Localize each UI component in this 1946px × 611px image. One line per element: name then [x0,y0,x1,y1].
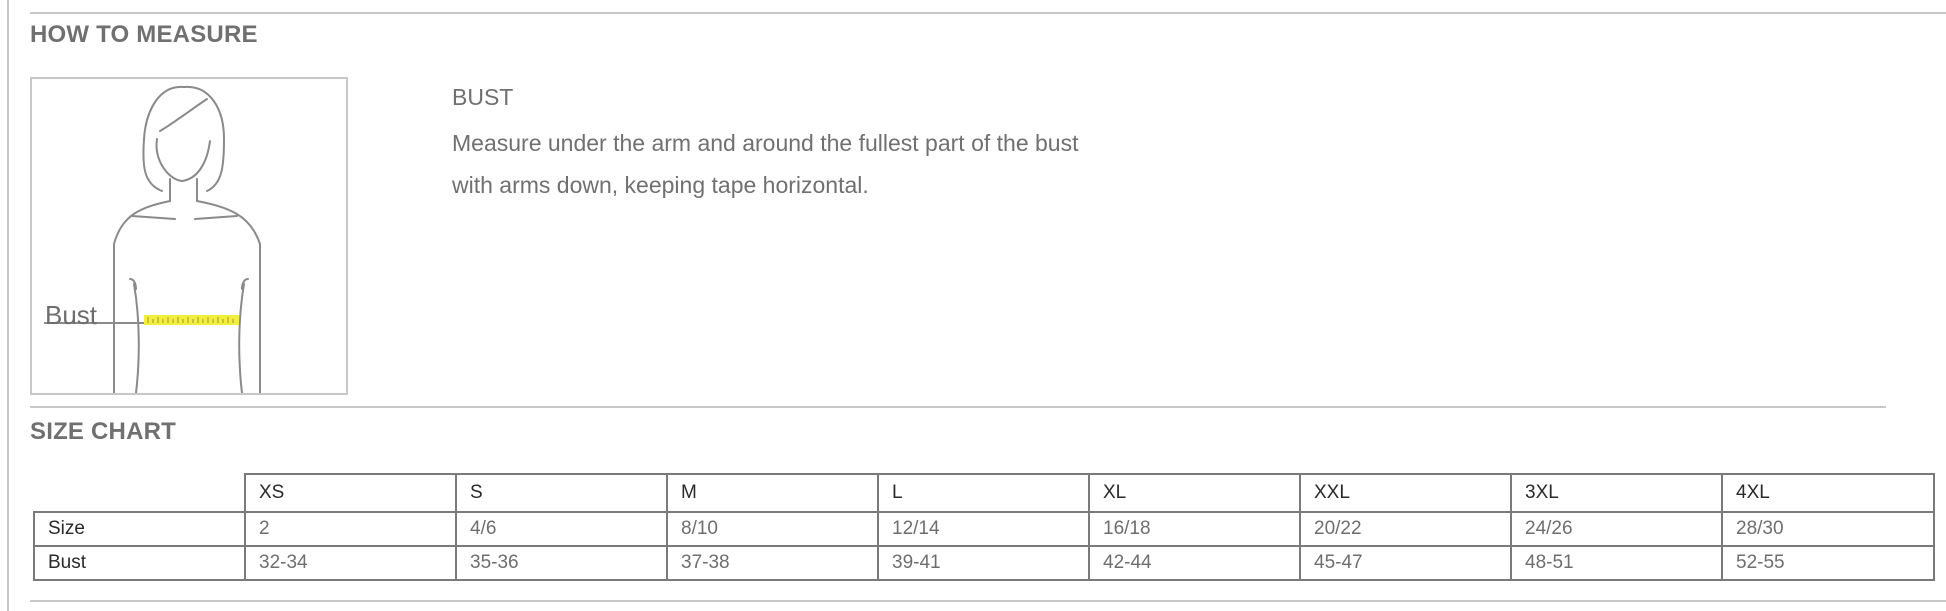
table-row: Size 2 4/6 8/10 12/14 16/18 20/22 24/26 … [33,511,1935,547]
table-cell: 12/14 [877,511,1090,547]
table-cell: 45-47 [1299,545,1512,581]
size-chart-table: XS S M L XL XXL 3XL 4XL Size 2 4/6 8/10 … [33,473,1935,581]
top-divider [30,12,1946,14]
how-to-measure-title: HOW TO MEASURE [30,21,258,48]
table-cell: 28/30 [1721,511,1935,547]
table-cell: 8/10 [666,511,879,547]
measure-heading: BUST [452,84,514,110]
measure-instructions: Measure under the arm and around the ful… [452,122,1152,206]
table-cell: 39-41 [877,545,1090,581]
table-cell: 48-51 [1510,545,1723,581]
column-header: S [455,473,668,513]
table-cell: 4/6 [455,511,668,547]
row-label: Size [33,511,246,547]
column-header: M [666,473,879,513]
column-header: L [877,473,1090,513]
bottom-divider [30,600,1946,602]
table-cell: 20/22 [1299,511,1512,547]
table-cell: 16/18 [1088,511,1301,547]
figure-bust-label: Bust [45,300,98,330]
column-header: 4XL [1721,473,1935,513]
table-cell: 42-44 [1088,545,1301,581]
table-cell: 37-38 [666,545,879,581]
table-cell: 24/26 [1510,511,1723,547]
table-cell: 2 [244,511,457,547]
column-header: XL [1088,473,1301,513]
table-cell: 35-36 [455,545,668,581]
section-divider [30,406,1886,408]
measure-instructions-line-1: Measure under the arm and around the ful… [452,130,1079,156]
column-header: XXL [1299,473,1512,513]
measure-figure: Bust [30,77,348,395]
table-header-row: XS S M L XL XXL 3XL 4XL [34,473,1935,513]
table-cell: 52-55 [1721,545,1935,581]
table-corner-cell [34,474,246,513]
size-chart-title: SIZE CHART [30,418,176,445]
left-border [7,0,9,611]
table-row: Bust 32-34 35-36 37-38 39-41 42-44 45-47… [33,545,1935,581]
column-header: 3XL [1510,473,1723,513]
table-cell: 32-34 [244,545,457,581]
row-label: Bust [33,545,246,581]
column-header: XS [244,473,457,513]
measure-instructions-line-2: with arms down, keeping tape horizontal. [452,172,869,198]
figure-illustration-icon [44,85,261,393]
